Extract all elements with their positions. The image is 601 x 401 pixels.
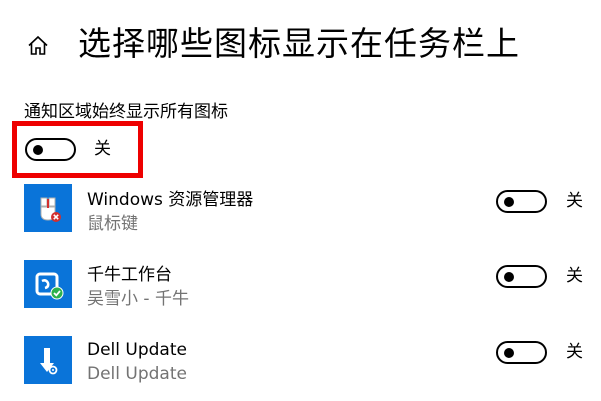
windows-explorer-toggle[interactable] <box>496 190 547 213</box>
taskbar-icons-settings-page: 选择哪些图标显示在任务栏上 通知区域始终显示所有图标 关 Windows 资源管… <box>0 0 601 401</box>
always-show-all-icons-toggle[interactable] <box>25 138 76 161</box>
dell-update-icon <box>24 336 72 384</box>
app-name-qianniu: 千牛工作台 <box>87 265 172 285</box>
toggle-knob <box>504 197 514 207</box>
toggle-knob <box>504 348 514 358</box>
always-show-all-icons-state: 关 <box>94 139 111 159</box>
toggle-knob <box>33 145 43 155</box>
app-subtitle-qianniu: 吴雪小 - 千牛 <box>87 289 189 309</box>
app-name-dell-update: Dell Update <box>87 340 187 360</box>
qianniu-state: 关 <box>566 266 583 286</box>
toggle-knob <box>504 272 514 282</box>
qianniu-toggle[interactable] <box>496 265 547 288</box>
app-subtitle-dell-update: Dell Update <box>87 364 187 384</box>
windows-explorer-state: 关 <box>566 191 583 211</box>
app-subtitle-windows-explorer: 鼠标键 <box>87 214 138 234</box>
qianniu-icon <box>24 260 72 308</box>
mouse-keys-icon <box>24 184 72 232</box>
dell-update-toggle[interactable] <box>496 341 547 364</box>
page-title: 选择哪些图标显示在任务栏上 <box>78 24 520 63</box>
home-icon[interactable] <box>26 34 50 58</box>
app-name-windows-explorer: Windows 资源管理器 <box>87 190 254 210</box>
dell-update-state: 关 <box>566 342 583 362</box>
